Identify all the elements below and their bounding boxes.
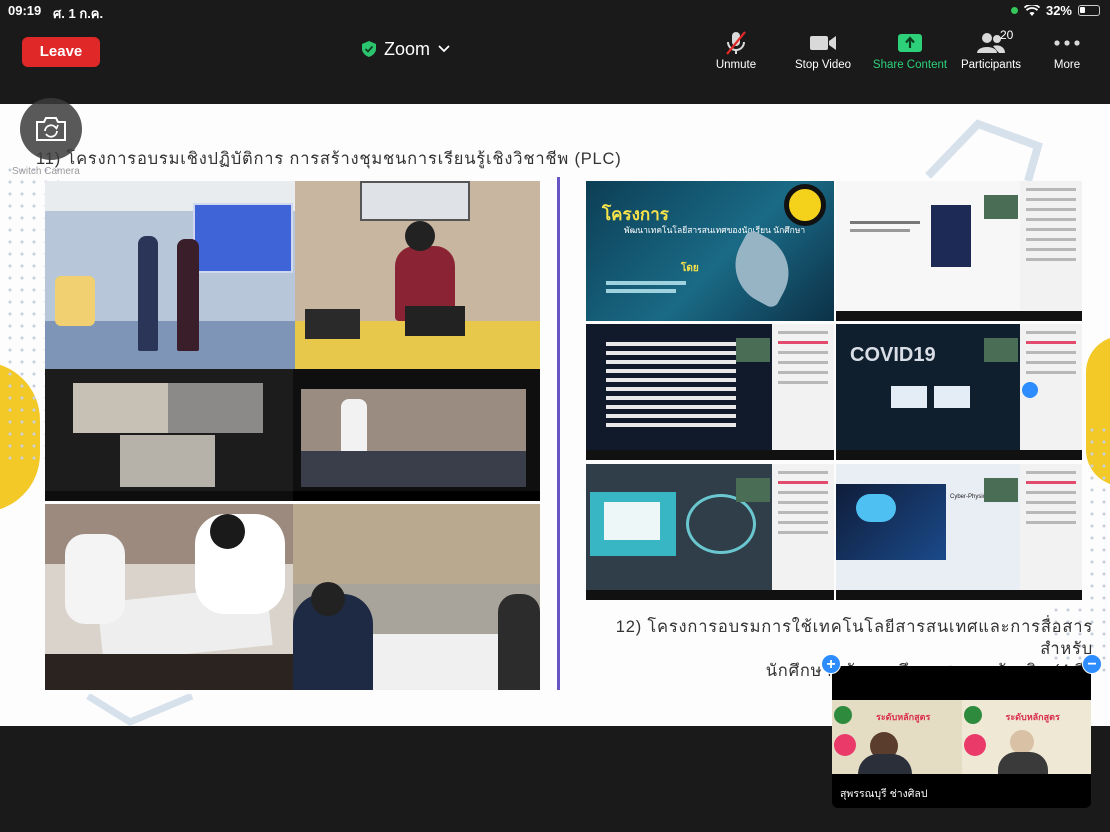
- more-label: More: [1053, 59, 1081, 71]
- meeting-title: Zoom: [384, 38, 431, 59]
- video-banner-text: ระดับหลักสูตร: [876, 712, 931, 722]
- status-bar: 09:19 ศ. 1 ก.ค. 32%: [0, 0, 1110, 24]
- mic-indicator-icon: [1010, 7, 1018, 14]
- participants-count: 20: [1000, 28, 1014, 42]
- video-feed-right: ระดับหลักสูตร: [961, 700, 1091, 774]
- video-camera-icon: [810, 36, 836, 50]
- zoom-screenshot-list: [586, 324, 834, 460]
- stop-video-label: Stop Video: [794, 59, 852, 71]
- battery-icon: [1078, 5, 1100, 16]
- share-content-button[interactable]: Share Content: [867, 30, 953, 71]
- more-button[interactable]: More: [1024, 30, 1110, 71]
- slide-heading-12-line1: 12) โครงการอบรมการใช้เทคโนโลยีสารสนเทศแล…: [615, 618, 1093, 658]
- slide-heading-11: 11) โครงการอบรมเชิงปฏิบัติการ การสร้างชุ…: [36, 150, 622, 168]
- share-screen-icon: [898, 34, 922, 52]
- more-dots-icon: [1054, 40, 1080, 46]
- unmute-label: Unmute: [715, 59, 757, 71]
- battery-level: [1080, 7, 1085, 13]
- zoom-screenshot-slides: [836, 181, 1082, 321]
- zoom-screenshot-covid: COVID19: [836, 324, 1082, 460]
- status-time: 09:19: [8, 3, 42, 18]
- meeting-title-dropdown[interactable]: Zoom: [362, 37, 450, 61]
- wifi-icon: [1023, 4, 1040, 16]
- video-tile-expand-button[interactable]: +: [821, 654, 841, 674]
- leave-button[interactable]: Leave: [22, 37, 100, 67]
- poster-by: โดย: [681, 263, 699, 274]
- chevron-down-icon: [438, 45, 450, 53]
- poster-subtitle: พัฒนาเทคโนโลยีสารสนเทศของนักเรียน นักศึก…: [624, 225, 806, 235]
- microphone-muted-icon: [726, 31, 746, 55]
- battery-percent: 32%: [1045, 3, 1072, 18]
- participant-video-tile[interactable]: ระดับหลักสูตร ระดับหลักสูตร สุพรรณบุรี ช…: [832, 666, 1091, 808]
- meeting-toolbar: Leave Zoom Unmute Stop Video Share Conte…: [0, 24, 1110, 80]
- photo-certificate-ceremony: [45, 181, 295, 369]
- participants-button[interactable]: 20 Participants: [948, 28, 1034, 71]
- photo-students-tablets: [293, 504, 540, 690]
- unmute-button[interactable]: Unmute: [693, 30, 779, 71]
- participant-name: สุพรรณบุรี ช่างศิลป: [840, 788, 928, 800]
- decor-outline-shape: [925, 119, 1043, 183]
- status-date: ศ. 1 ก.ค.: [53, 6, 104, 21]
- video-tile-minimize-button[interactable]: −: [1082, 654, 1102, 674]
- switch-camera-label: Switch Camera: [12, 166, 80, 177]
- stop-video-button[interactable]: Stop Video: [780, 30, 866, 71]
- photo-students-group-work: [45, 504, 293, 690]
- video-feed-left: ระดับหลักสูตร: [832, 700, 962, 774]
- photo-online-meeting-left: [45, 369, 293, 501]
- video-banner-text: ระดับหลักสูตร: [1005, 712, 1060, 722]
- shield-check-icon: [362, 41, 376, 57]
- zoom-screenshot-cyber: Cyber-Physical Model: [836, 464, 1082, 600]
- status-right: 32%: [1010, 3, 1100, 18]
- participants-label: Participants: [960, 59, 1022, 71]
- share-content-label: Share Content: [872, 59, 948, 71]
- zoom-screenshot-icons: [586, 464, 834, 600]
- video-feed: ระดับหลักสูตร ระดับหลักสูตร: [832, 700, 1091, 774]
- project-poster-screen: โครงการ พัฒนาเทคโนโลยีสารสนเทศของนักเรีย…: [586, 181, 834, 321]
- slide-divider-line: [557, 177, 560, 690]
- shared-screen-slide: 11) โครงการอบรมเชิงปฏิบัติการ การสร้างชุ…: [0, 104, 1110, 726]
- plus-icon: +: [826, 656, 836, 673]
- decor-outline-shape: [86, 694, 194, 726]
- photo-presenter-laptop: [295, 181, 540, 369]
- switch-camera-button[interactable]: [20, 98, 82, 160]
- minus-icon: −: [1087, 656, 1097, 673]
- covid-text: COVID19: [850, 344, 936, 366]
- photo-online-meeting-right: [293, 369, 540, 501]
- switch-camera-icon: [36, 117, 66, 141]
